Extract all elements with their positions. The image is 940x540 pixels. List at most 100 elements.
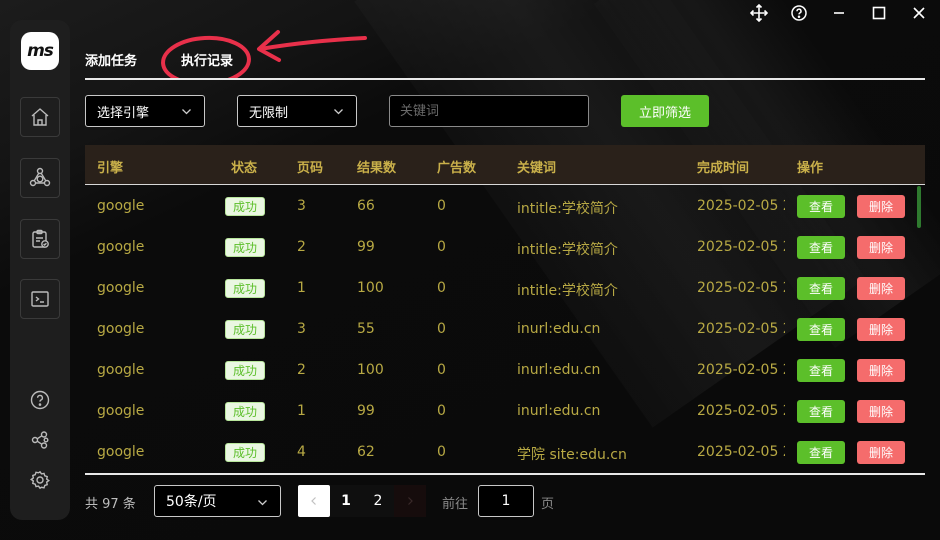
filter-button[interactable]: 立即筛选 — [621, 95, 709, 127]
view-button[interactable]: 查看 — [797, 318, 845, 341]
col-status: 状态 — [231, 161, 258, 176]
cell-page: 3 — [297, 321, 306, 337]
cell-engine: google — [97, 198, 145, 214]
cell-results: 62 — [357, 444, 375, 460]
table-header: 引擎 状态 页码 结果数 广告数 关键词 完成时间 操作 — [85, 145, 925, 185]
settings-icon[interactable] — [28, 468, 52, 492]
help-icon[interactable] — [788, 2, 810, 24]
engine-select[interactable]: 选择引擎 — [85, 95, 205, 127]
cell-keyword: 学院 site:edu.cn — [517, 447, 627, 463]
cell-engine: google — [97, 280, 145, 296]
cell-keyword: inurl:edu.cn — [517, 321, 601, 337]
status-badge: 成功 — [225, 238, 265, 257]
status-badge: 成功 — [225, 361, 265, 380]
cell-results: 99 — [357, 403, 375, 419]
cell-page: 1 — [297, 280, 306, 296]
pagination: 共 97 条 50条/页 1 2 前往 页 — [85, 485, 585, 517]
cell-finish-time: 2025-02-05 2 — [697, 403, 785, 419]
next-page-button[interactable] — [394, 485, 426, 517]
delete-button[interactable]: 删除 — [857, 277, 905, 300]
terminal-icon — [31, 291, 49, 307]
help-icon[interactable] — [28, 388, 52, 412]
delete-button[interactable]: 删除 — [857, 441, 905, 464]
tab-execution-records[interactable]: 执行记录 — [181, 50, 233, 69]
table-divider — [85, 473, 925, 475]
page-size-value: 50条/页 — [166, 494, 217, 510]
total-count: 共 97 条 — [85, 497, 136, 512]
page-size-select[interactable]: 50条/页 — [154, 485, 281, 517]
cell-engine: google — [97, 444, 145, 460]
cell-page: 2 — [297, 362, 306, 378]
delete-button[interactable]: 删除 — [857, 236, 905, 259]
minimize-icon[interactable] — [828, 2, 850, 24]
status-badge: 成功 — [225, 320, 265, 339]
cell-finish-time: 2025-02-05 2 — [697, 362, 785, 378]
clipboard-check-icon — [32, 229, 49, 248]
sidebar: ms — [10, 20, 70, 520]
col-results: 结果数 — [357, 161, 397, 176]
limit-select[interactable]: 无限制 — [237, 95, 357, 127]
prev-page-button[interactable] — [298, 485, 330, 517]
home-icon — [31, 108, 49, 126]
close-icon[interactable] — [908, 2, 930, 24]
cell-engine: google — [97, 321, 145, 337]
sidebar-item-tasks[interactable] — [20, 219, 60, 259]
page-1-button[interactable]: 1 — [330, 485, 362, 517]
chevron-down-icon — [258, 500, 267, 506]
view-button[interactable]: 查看 — [797, 400, 845, 423]
cell-engine: google — [97, 362, 145, 378]
view-button[interactable]: 查看 — [797, 359, 845, 382]
delete-button[interactable]: 删除 — [857, 318, 905, 341]
col-actions: 操作 — [797, 161, 824, 176]
table-row: google 成功 3 55 0 inurl:edu.cn 2025-02-05… — [85, 309, 925, 350]
sidebar-item-home[interactable] — [20, 97, 60, 137]
delete-button[interactable]: 删除 — [857, 400, 905, 423]
filter-bar: 选择引擎 无限制 立即筛选 — [85, 95, 785, 127]
table-row: google 成功 2 100 0 inurl:edu.cn 2025-02-0… — [85, 350, 925, 391]
goto-label: 前往 — [442, 497, 469, 512]
cell-results: 55 — [357, 321, 375, 337]
chevron-right-icon — [408, 497, 413, 505]
cell-page: 1 — [297, 403, 306, 419]
cell-engine: google — [97, 239, 145, 255]
cell-keyword: intitle:学校简介 — [517, 283, 618, 299]
cell-ads: 0 — [437, 198, 446, 214]
share-icon[interactable] — [28, 428, 52, 452]
page-2-button[interactable]: 2 — [362, 485, 394, 517]
cell-ads: 0 — [437, 444, 446, 460]
tab-add-task[interactable]: 添加任务 — [85, 50, 137, 69]
limit-select-value: 无限制 — [249, 105, 289, 121]
view-button[interactable]: 查看 — [797, 441, 845, 464]
delete-button[interactable]: 删除 — [857, 359, 905, 382]
delete-button[interactable]: 删除 — [857, 195, 905, 218]
table-row: google 成功 4 62 0 学院 site:edu.cn 2025-02-… — [85, 432, 925, 473]
goto-page-input[interactable] — [478, 485, 534, 517]
cell-page: 2 — [297, 239, 306, 255]
cell-ads: 0 — [437, 362, 446, 378]
maximize-icon[interactable] — [868, 2, 890, 24]
view-button[interactable]: 查看 — [797, 277, 845, 300]
table-row: google 成功 3 66 0 intitle:学校简介 2025-02-05… — [85, 186, 925, 227]
status-badge: 成功 — [225, 402, 265, 421]
keyword-input[interactable] — [389, 95, 589, 127]
view-button[interactable]: 查看 — [797, 195, 845, 218]
sidebar-item-terminal[interactable] — [20, 279, 60, 319]
view-button[interactable]: 查看 — [797, 236, 845, 259]
cell-finish-time: 2025-02-05 2 — [697, 444, 785, 460]
window-controls — [730, 2, 930, 24]
cell-ads: 0 — [437, 403, 446, 419]
tab-divider — [85, 78, 925, 80]
cell-results: 100 — [357, 362, 384, 378]
table-row: google 成功 1 99 0 inurl:edu.cn 2025-02-05… — [85, 391, 925, 432]
cell-keyword: inurl:edu.cn — [517, 403, 601, 419]
cell-finish-time: 2025-02-05 2 — [697, 280, 785, 296]
table-scrollbar[interactable] — [917, 186, 921, 228]
col-keyword: 关键词 — [517, 161, 557, 176]
col-finish-time: 完成时间 — [697, 161, 750, 176]
col-engine: 引擎 — [97, 161, 124, 176]
tab-bar: 添加任务 执行记录 — [85, 50, 925, 80]
cell-ads: 0 — [437, 280, 446, 296]
sidebar-item-nodes[interactable] — [20, 158, 60, 198]
chevron-down-icon — [334, 109, 343, 115]
move-icon[interactable] — [748, 2, 770, 24]
